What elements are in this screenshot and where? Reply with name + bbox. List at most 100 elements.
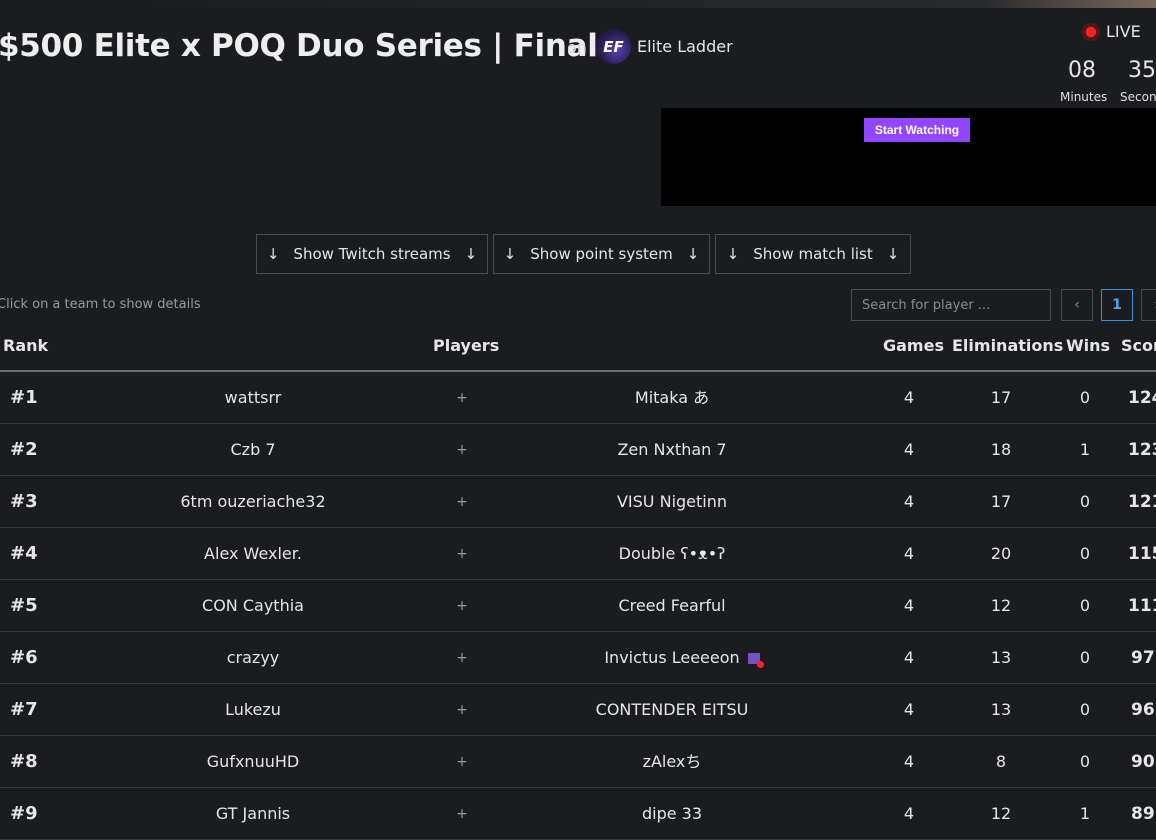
games-cell: 4 [903, 492, 915, 511]
player2-cell: CONTENDER EITSU [595, 700, 749, 719]
score-cell: 115 [1128, 544, 1156, 564]
player2-cell: Zen Nxthan 7 [617, 440, 727, 459]
wins-cell: 0 [1079, 752, 1091, 771]
player2-cell: VISU Nigetinn [616, 492, 728, 511]
wins-cell: 1 [1079, 440, 1091, 459]
col-header-games: Games [883, 336, 944, 355]
col-header-eliminations: Eliminations [952, 336, 1064, 355]
show-twitch-streams-button[interactable]: ↓ Show Twitch streams ↓ [256, 234, 488, 274]
arrow-down-icon: ↓ [503, 245, 517, 263]
score-cell: 97 [1131, 648, 1155, 668]
show-match-list-button[interactable]: ↓ Show match list ↓ [715, 234, 911, 274]
score-cell: 123 [1128, 440, 1156, 460]
rank-cell: #3 [10, 491, 38, 512]
games-cell: 4 [903, 440, 915, 459]
player2-cell: dipe 33 [641, 804, 703, 823]
show-point-system-button[interactable]: ↓ Show point system ↓ [493, 234, 710, 274]
table-row[interactable]: #1 wattsrr + Mitaka あ 4 17 0 124 [0, 372, 1156, 424]
score-cell: 90 [1131, 752, 1155, 772]
col-header-rank: Rank [3, 336, 49, 355]
score-cell: 124 [1128, 388, 1156, 408]
score-cell: 89 [1131, 804, 1155, 824]
table-row[interactable]: #2 Czb 7 + Zen Nxthan 7 4 18 1 123 [0, 424, 1156, 476]
player-search-input[interactable] [851, 289, 1051, 321]
plus-separator: + [456, 598, 468, 614]
table-row[interactable]: #8 GufxnuuHD + zAlexち 4 8 0 90 [0, 736, 1156, 788]
col-header-score: Score [1121, 336, 1156, 355]
games-cell: 4 [903, 648, 915, 667]
pagination-next-button[interactable]: › [1141, 289, 1156, 321]
pagination-page-1[interactable]: 1 [1101, 289, 1133, 321]
wins-cell: 0 [1079, 492, 1091, 511]
live-indicator: LIVE [1082, 22, 1141, 41]
plus-separator: + [456, 754, 468, 770]
countdown-seconds-label: Seconds [1120, 90, 1156, 104]
toggle-label: Show point system [530, 245, 673, 263]
live-label: LIVE [1106, 22, 1141, 41]
plus-separator: + [456, 702, 468, 718]
rank-cell: #7 [10, 699, 38, 720]
table-row[interactable]: #9 GT Jannis + dipe 33 4 12 1 89 [0, 788, 1156, 840]
table-row[interactable]: #3 6tm ouzeriache32 + VISU Nigetinn 4 17… [0, 476, 1156, 528]
rank-cell: #6 [10, 647, 38, 668]
countdown-minutes-label: Minutes [1060, 90, 1108, 104]
eliminations-cell: 12 [990, 804, 1012, 823]
eliminations-cell: 17 [990, 492, 1012, 511]
plus-separator: + [456, 442, 468, 458]
pagination-prev-button[interactable]: ‹ [1061, 289, 1093, 321]
browser-top-strip [0, 0, 1156, 8]
player2-cell: zAlexち [642, 752, 702, 771]
player2-cell: Creed Fearful [618, 596, 726, 615]
arrow-down-icon: ↓ [686, 245, 700, 263]
table-row[interactable]: #7 Lukezu + CONTENDER EITSU 4 13 0 96 [0, 684, 1156, 736]
games-cell: 4 [903, 388, 915, 407]
eliminations-cell: 8 [995, 752, 1007, 771]
countdown-minutes: 08 [1068, 58, 1096, 83]
table-hint: Click on a team to show details [0, 297, 201, 312]
games-cell: 4 [903, 700, 915, 719]
table-row[interactable]: #6 crazyy + Invictus Leeeeon 4 13 0 97 [0, 632, 1156, 684]
table-row[interactable]: #4 Alex Wexler. + Double ʕ•ᴥ•ʔ 4 20 0 11… [0, 528, 1156, 580]
twitch-live-icon[interactable] [747, 653, 764, 668]
plus-separator: + [456, 390, 468, 406]
player1-cell: Lukezu [225, 700, 281, 719]
start-watching-button[interactable]: Start Watching [864, 118, 970, 142]
games-cell: 4 [903, 804, 915, 823]
eliminations-cell: 13 [990, 700, 1012, 719]
games-cell: 4 [903, 544, 915, 563]
player1-cell: Alex Wexler. [204, 544, 302, 563]
score-cell: 111 [1128, 596, 1156, 616]
event-title: $500 Elite x POQ Duo Series | Finals [0, 28, 616, 64]
col-header-wins: Wins [1066, 336, 1111, 355]
rank-cell: #1 [10, 387, 38, 408]
player1-cell: CON Caythia [202, 596, 304, 615]
org-logo[interactable]: EF [596, 29, 631, 64]
games-cell: 4 [903, 752, 915, 771]
rank-cell: #4 [10, 543, 38, 564]
rank-cell: #5 [10, 595, 38, 616]
player2-name: Invictus Leeeeon [604, 648, 740, 667]
player1-cell: Czb 7 [230, 440, 276, 459]
eliminations-cell: 18 [990, 440, 1012, 459]
plus-separator: + [456, 494, 468, 510]
arrow-down-icon: ↓ [464, 245, 478, 263]
live-dot-icon [1082, 22, 1100, 41]
score-cell: 121 [1128, 492, 1156, 512]
plus-separator: + [456, 806, 468, 822]
player2-cell: Double ʕ•ᴥ•ʔ [618, 544, 726, 563]
player1-cell: 6tm ouzeriache32 [180, 492, 326, 511]
wins-cell: 0 [1079, 544, 1091, 563]
toggle-label: Show Twitch streams [293, 245, 451, 263]
rank-cell: #2 [10, 439, 38, 460]
wins-cell: 0 [1079, 388, 1091, 407]
on-label: on [567, 38, 587, 57]
player1-cell: wattsrr [224, 388, 282, 407]
score-cell: 96 [1131, 700, 1155, 720]
table-row[interactable]: #5 CON Caythia + Creed Fearful 4 12 0 11… [0, 580, 1156, 632]
countdown-seconds: 35 [1128, 58, 1156, 83]
games-cell: 4 [903, 596, 915, 615]
player2-cell-with-stream: Invictus Leeeeon [542, 632, 822, 684]
rank-cell: #8 [10, 751, 38, 772]
arrow-down-icon: ↓ [726, 245, 740, 263]
org-name-link[interactable]: Elite Ladder [637, 37, 733, 56]
